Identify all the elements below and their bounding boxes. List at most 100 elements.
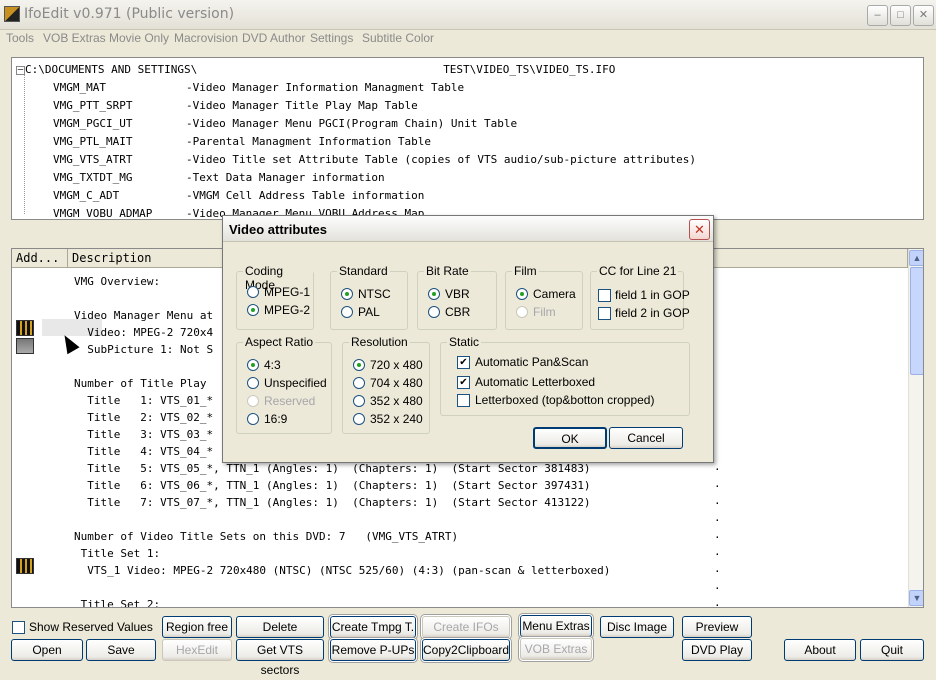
ifo-tree[interactable]: – C:\DOCUMENTS AND SETTINGS\ TEST\VIDEO_TS… [11,57,924,220]
tree-item[interactable]: VMGM_PGCI_UT -Video Manager Menu PGCI(Pro… [53,116,517,132]
scroll-up-icon[interactable]: ▲ [909,250,923,266]
tree-root[interactable]: – C:\DOCUMENTS AND SETTINGS\ TEST\VIDEO_TS… [16,62,615,78]
film-radio[interactable] [516,306,528,318]
tree-item[interactable]: VMG_TXTDT_MG -Text Data Manager informati… [53,170,385,186]
log-line: Title 2: VTS_02_* [74,411,214,424]
vob-extras-button[interactable]: VOB Extras [519,637,593,661]
maximize-button[interactable]: □ [890,5,911,26]
vbr-radio[interactable] [428,288,440,300]
column-header-add[interactable]: Add... [12,249,68,268]
res-704x480-label: 704 x 480 [370,376,423,390]
log-line: Title Set 2: [74,598,161,608]
res-352x240-radio[interactable] [353,413,365,425]
hexedit-button[interactable]: HexEdit [162,639,232,661]
close-button[interactable]: ✕ [913,5,934,26]
res-352x480-radio[interactable] [353,395,365,407]
log-line: Video Manager Menu at [74,309,214,322]
standard-group: Standard NTSC PAL [330,264,408,330]
auto-letterboxed-checkbox[interactable]: ✔ [457,376,470,389]
mpeg2-radio[interactable] [247,304,259,316]
menu-macrovision[interactable]: Macrovision [174,30,238,46]
tree-item-desc: -Text Data Manager information [186,171,385,184]
tree-item[interactable]: VMG_PTL_MAIT -Parental Managment Informat… [53,134,431,150]
show-reserved-checkbox[interactable] [12,621,25,634]
main-window: IfoEdit v0.971 (Public version) – □ ✕ To… [0,0,936,677]
remove-pups-button[interactable]: Remove P-UPs [329,638,417,662]
aspect-unspecified-label: Unspecified [264,376,327,390]
tree-item-desc: -Video Title set Attribute Table (copies… [186,153,696,166]
create-ifos-button[interactable]: Create IFOs [421,615,511,639]
cc-field2-checkbox[interactable] [598,307,611,320]
film-group: Film Camera Film [505,264,583,330]
tree-root-file: TEST\VIDEO_TS\VIDEO_TS.IFO [443,63,616,76]
menu-vob-extras[interactable]: VOB Extras [43,30,106,46]
auto-panscan-checkbox[interactable]: ✔ [457,356,470,369]
log-line: Title 7: VTS_07_*, TTN_1 (Angles: 1) (Ch… [74,496,591,509]
tree-item-desc: -Parental Managment Information Table [186,135,432,148]
res-704x480-radio[interactable] [353,377,365,389]
log-line: Number of Title Play [74,377,207,390]
aspect-ratio-group: Aspect Ratio 4:3 Unspecified Reserved 16… [236,335,332,434]
aspect-unspecified-radio[interactable] [247,377,259,389]
row-dot: . [714,477,721,490]
auto-letterboxed-label: Automatic Letterboxed [475,375,596,389]
tree-item-name: VMG_PTL_MAIT [53,135,133,148]
menu-tools[interactable]: Tools [6,30,34,46]
ntsc-radio[interactable] [341,288,353,300]
aspect-reserved-radio[interactable] [247,395,259,407]
cbr-radio[interactable] [428,306,440,318]
tree-item-name: VMG_PTT_SRPT [53,99,133,112]
dialog-title: Video attributes [229,222,328,237]
cc-field1-checkbox[interactable] [598,289,611,302]
save-button[interactable]: Save [86,639,156,661]
dialog-close-icon[interactable]: ✕ [689,219,710,240]
cancel-button[interactable]: Cancel [609,427,683,449]
vertical-scrollbar[interactable]: ▲ ▼ [908,249,923,607]
aspect-16-9-radio[interactable] [247,413,259,425]
auto-panscan-label: Automatic Pan&Scan [475,355,589,369]
menu-settings[interactable]: Settings [310,30,353,46]
standard-label: Standard [337,264,390,278]
tree-item[interactable]: VMG_PTT_SRPT -Video Manager Title Play Ma… [53,98,418,114]
delete-playback-button[interactable]: Delete Playback [236,616,324,654]
scroll-down-icon[interactable]: ▼ [909,590,923,606]
cc-field1-label: field 1 in GOP [615,288,690,302]
quit-button[interactable]: Quit [860,639,924,661]
tree-item[interactable]: VMGM_MAT -Video Manager Information Manag… [53,80,464,96]
mpeg1-radio[interactable] [247,286,259,298]
scroll-thumb[interactable] [910,267,923,375]
collapse-icon[interactable]: – [16,65,25,75]
menu-subtitle-color[interactable]: Subtitle Color [362,30,434,46]
res-720x480-radio[interactable] [353,359,365,371]
video-attributes-dialog: Video attributes ✕ Coding Mode MPEG-1 MP… [222,215,714,463]
letterboxed-cropped-checkbox[interactable] [457,394,470,407]
dvd-play-button[interactable]: DVD Play [682,639,752,661]
copy2clipboard-button[interactable]: Copy2Clipboard [421,638,511,662]
disc-image-button[interactable]: Disc Image [600,616,674,638]
region-free-button[interactable]: Region free [162,616,232,638]
tree-item-name: VMG_TXTDT_MG [53,171,133,184]
about-button[interactable]: About [784,639,856,661]
window-title: IfoEdit v0.971 (Public version) [24,6,235,22]
menu-extras-button[interactable]: Menu Extras [519,614,593,638]
aspect-4-3-radio[interactable] [247,359,259,371]
tree-item-desc: -VMGM Cell Address Table information [186,189,425,202]
ok-button[interactable]: OK [533,427,607,449]
open-button[interactable]: Open [11,639,83,661]
minimize-button[interactable]: – [867,5,888,26]
tree-item[interactable]: VMGM_C_ADT -VMGM Cell Address Table infor… [53,188,424,204]
preview-button[interactable]: Preview [682,616,752,638]
log-line: Title 3: VTS_03_* [74,428,214,441]
menu-dvd-author[interactable]: DVD Author [242,30,305,46]
create-tmpg-button[interactable]: Create Tmpg T. [329,615,417,639]
tree-item[interactable]: VMG_VTS_ATRT -Video Title set Attribute T… [53,152,696,168]
get-vts-sectors-button[interactable]: Get VTS sectors [236,639,324,677]
pal-radio[interactable] [341,306,353,318]
menu-movie-only[interactable]: Movie Only [109,30,169,46]
menu-bar: Tools VOB Extras Movie Only Macrovision … [0,30,936,50]
coding-mode-group: Coding Mode MPEG-1 MPEG-2 [236,264,314,330]
log-line: Title 4: VTS_04_* [74,445,214,458]
static-group: Static ✔ Automatic Pan&Scan ✔ Automatic … [440,335,690,416]
res-720x480-label: 720 x 480 [370,358,423,372]
camera-radio[interactable] [516,288,528,300]
